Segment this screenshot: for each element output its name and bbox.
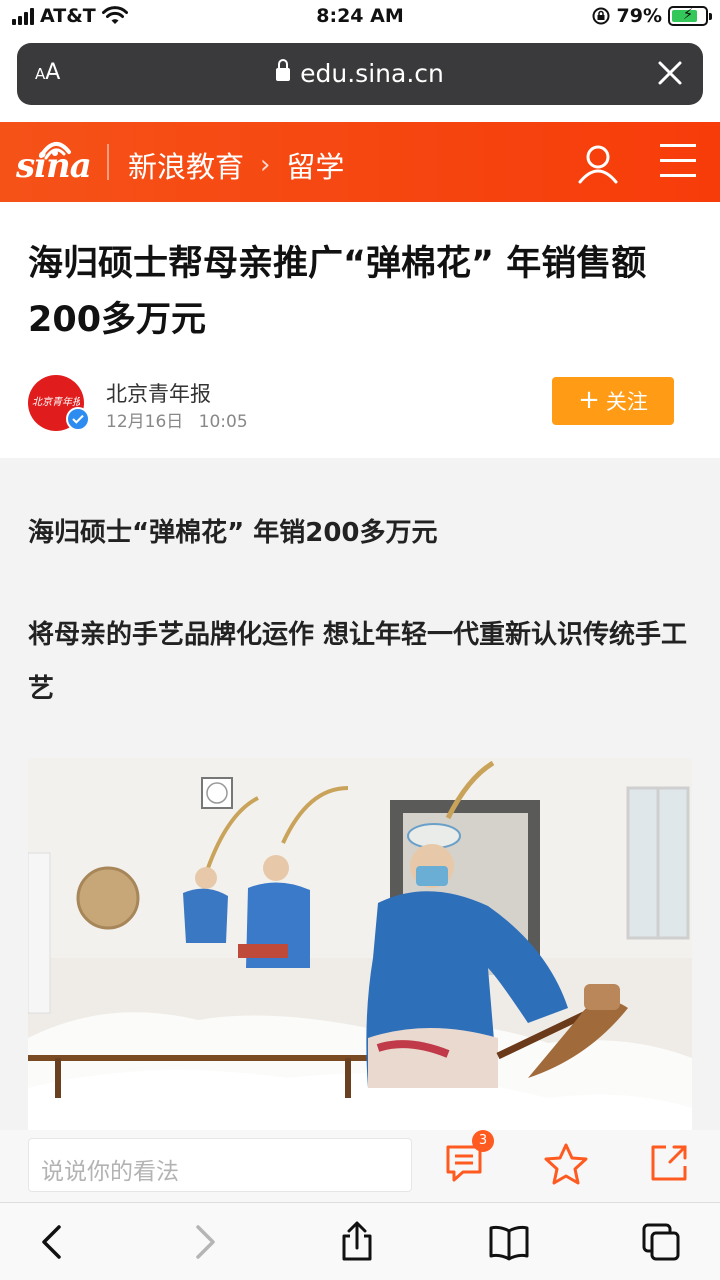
cotton-workshop-photo — [28, 758, 692, 1178]
follow-label: 关注 — [605, 390, 648, 414]
favorite-star-icon[interactable] — [543, 1142, 589, 1186]
follow-button[interactable]: + 关注 — [552, 377, 674, 425]
breadcrumb: 新浪教育 › 留学 — [128, 144, 344, 186]
menu-icon[interactable] — [660, 144, 696, 178]
plus-icon: + — [578, 385, 600, 415]
browser-address-area: AA edu.sina.cn — [0, 40, 720, 110]
comment-placeholder: 说说你的看法 — [41, 1159, 179, 1185]
chevron-right-icon: › — [260, 150, 271, 180]
breadcrumb-study-abroad[interactable]: 留学 — [286, 144, 344, 186]
breadcrumb-education[interactable]: 新浪教育 — [128, 144, 244, 186]
close-icon[interactable] — [651, 54, 689, 92]
article-photo[interactable] — [28, 758, 692, 1178]
comment-bar: 说说你的看法 3 — [0, 1130, 720, 1202]
back-icon[interactable] — [32, 1221, 74, 1263]
publish-meta: 12月16日 10:05 — [106, 407, 248, 432]
article-title: 海归硕士帮母亲推广“弹棉花” 年销售额200多万元 — [28, 244, 647, 340]
verified-icon — [66, 407, 90, 431]
browser-toolbar — [0, 1202, 720, 1280]
publish-date: 12月16日 — [106, 412, 184, 432]
share-out-icon[interactable] — [648, 1142, 690, 1184]
paragraph-1: 海归硕士“弹棉花” 年销200多万元 — [28, 518, 438, 548]
article-header: 海归硕士帮母亲推广“弹棉花” 年销售额200多万元 北京青年报 北京青年报 12… — [0, 202, 720, 458]
address-bar[interactable]: AA edu.sina.cn — [17, 43, 703, 105]
avatar-text: 北京青年报 — [32, 397, 80, 408]
tabs-icon[interactable] — [640, 1221, 682, 1263]
bookmarks-icon[interactable] — [488, 1221, 530, 1263]
article-body: 海归硕士“弹棉花” 年销200多万元 将母亲的手艺品牌化运作 想让年轻一代重新认… — [0, 458, 720, 1198]
rotation-lock-icon — [592, 7, 610, 25]
logo-text: sina — [16, 146, 92, 186]
forward-icon[interactable] — [183, 1221, 225, 1263]
comment-input[interactable]: 说说你的看法 — [28, 1138, 412, 1192]
author-name[interactable]: 北京青年报 — [106, 378, 211, 408]
header-divider — [107, 144, 109, 180]
battery-percent: 79% — [616, 5, 662, 27]
battery-charging-icon: ⚡ — [668, 5, 712, 26]
paragraph-2: 将母亲的手艺品牌化运作 想让年轻一代重新认识传统手工艺 — [28, 620, 688, 704]
status-right: 79% ⚡ — [591, 5, 712, 27]
sina-logo[interactable]: sina — [16, 138, 96, 188]
url-display[interactable]: edu.sina.cn — [17, 59, 703, 88]
site-header: sina 新浪教育 › 留学 — [0, 122, 720, 202]
url-text: edu.sina.cn — [300, 59, 444, 88]
lock-icon — [276, 59, 291, 81]
status-bar: AT&T 8:24 AM 79% ⚡ — [0, 0, 720, 36]
share-icon[interactable] — [336, 1221, 378, 1263]
user-icon[interactable] — [576, 142, 620, 186]
comment-count-badge: 3 — [472, 1130, 494, 1152]
publish-time: 10:05 — [198, 412, 248, 432]
